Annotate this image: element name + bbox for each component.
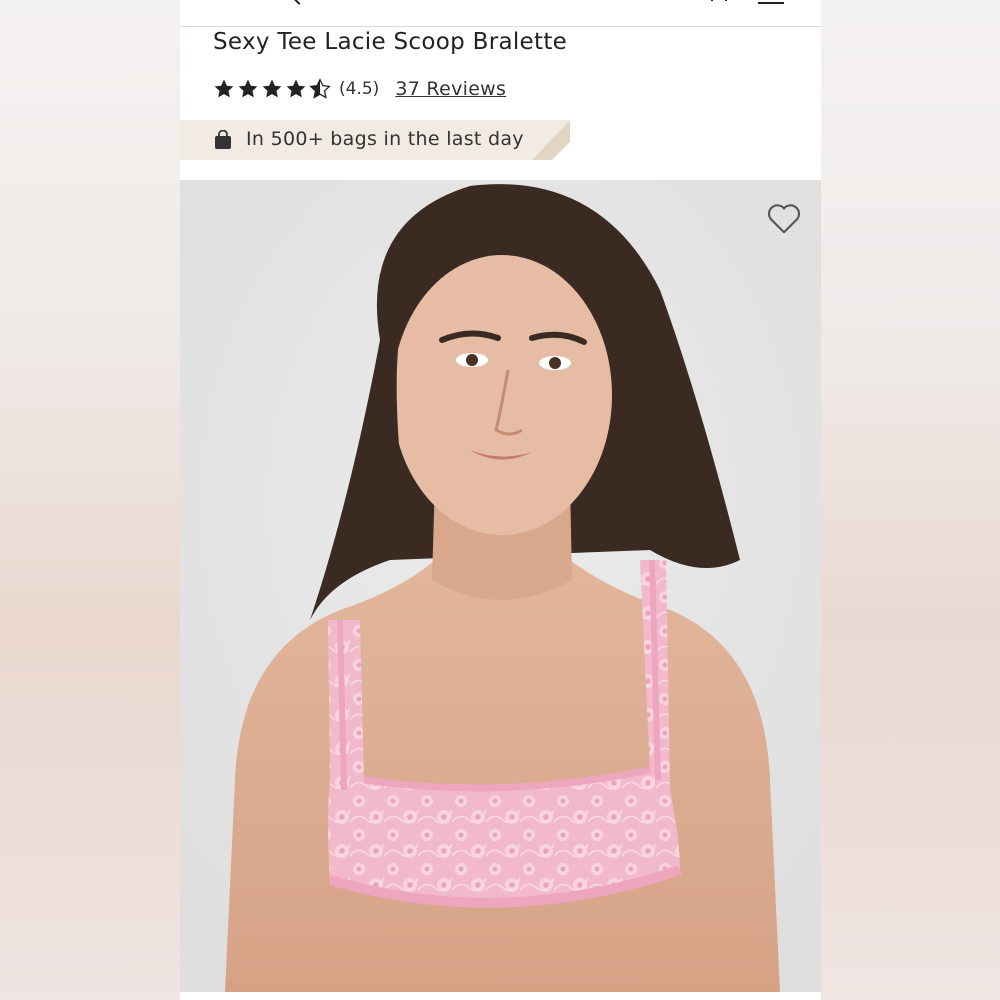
shopping-bag-icon	[215, 130, 231, 149]
rating-stars	[213, 78, 331, 100]
brand-logo[interactable]	[392, 0, 602, 6]
rating-row: (4.5) 37 Reviews	[213, 75, 506, 103]
product-image[interactable]	[180, 180, 821, 992]
menu-icon[interactable]	[758, 0, 784, 9]
rating-value: (4.5)	[339, 79, 380, 99]
reviews-link[interactable]: 37 Reviews	[395, 78, 506, 100]
star-filled-icon	[286, 79, 306, 98]
product-title: Sexy Tee Lacie Scoop Bralette	[213, 29, 568, 55]
star-filled-icon	[238, 79, 258, 98]
product-page: Sexy Tee Lacie Scoop Bralette (4.5) 37 R…	[180, 0, 821, 1000]
star-filled-icon	[262, 79, 282, 98]
product-photo	[180, 180, 821, 992]
badge-text: In 500+ bags in the last day	[246, 128, 524, 150]
popularity-badge: In 500+ bags in the last day	[180, 120, 570, 160]
star-filled-icon	[214, 79, 234, 98]
blurred-backdrop-left	[0, 0, 180, 1000]
blurred-backdrop-right	[820, 0, 1000, 1000]
back-icon[interactable]	[289, 0, 309, 5]
bottom-edge	[180, 992, 821, 1000]
top-navigation-bar	[180, 0, 821, 27]
star-half-icon	[309, 78, 331, 99]
bag-icon[interactable]	[708, 0, 730, 9]
heart-outline-icon[interactable]	[766, 201, 802, 235]
